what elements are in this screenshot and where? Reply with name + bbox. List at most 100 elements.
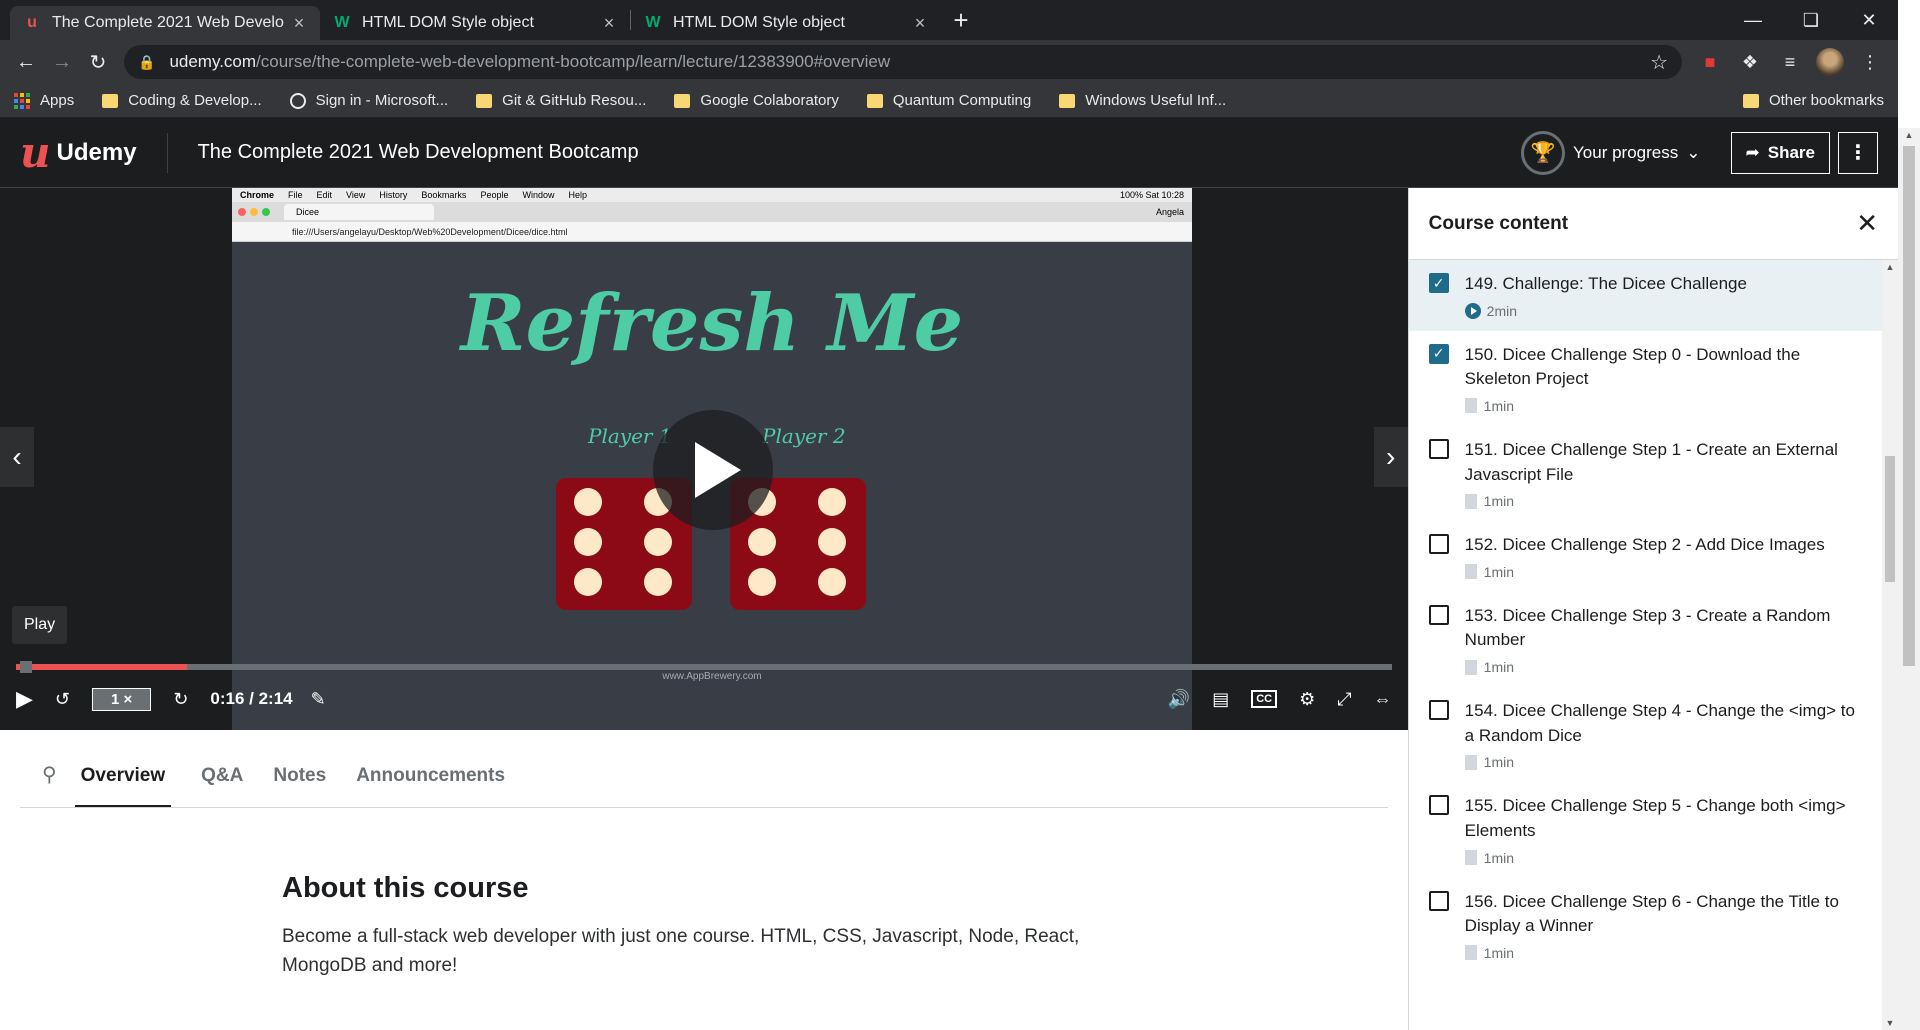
settings-gear-icon[interactable]: ⚙ [1299,689,1315,710]
page-scrollbar[interactable]: ▲ [1898,128,1920,1030]
progress-label: Your progress [1573,142,1679,162]
progress-dropdown[interactable]: 🏆 Your progress ⌄ [1521,130,1701,175]
browser-menu-icon[interactable]: ⋮ [1850,44,1890,80]
search-icon[interactable]: ⚲ [42,762,57,807]
minimize-icon[interactable]: — [1724,0,1782,40]
back-arrow-icon[interactable]: ← [8,44,44,80]
lesson-item[interactable]: ✓ 150. Dicee Challenge Step 0 - Download … [1409,331,1898,426]
rewind-icon[interactable]: ↺ [55,689,70,710]
lock-icon[interactable]: 🔒 [138,54,155,71]
lesson-checkbox[interactable] [1428,795,1449,816]
page-scrollbar-thumb[interactable] [1903,146,1915,666]
lesson-checkbox[interactable]: ✓ [1428,343,1449,364]
lesson-item[interactable]: 154. Dicee Challenge Step 4 - Change the… [1409,687,1898,782]
close-tab-icon[interactable]: × [290,13,308,34]
tab-notes[interactable]: Notes [273,765,326,807]
lesson-duration: 1min [1483,493,1515,510]
folder-icon [476,93,493,108]
close-window-icon[interactable]: ✕ [1840,0,1898,40]
folder-icon [102,93,119,108]
lesson-body: 155. Dicee Challenge Step 5 - Change bot… [1464,794,1882,866]
captions-icon[interactable]: CC [1251,690,1278,708]
expand-width-icon[interactable]: ⇔ [1374,689,1392,710]
lesson-duration: 1min [1483,397,1515,414]
bookmark-colab[interactable]: Google Colaboratory [674,92,839,109]
browser-tab-w3schools-1[interactable]: W HTML DOM Style object × [320,6,630,40]
restore-icon[interactable]: ❏ [1782,0,1840,40]
lesson-meta: 1min [1464,564,1868,580]
lesson-item[interactable]: 153. Dicee Challenge Step 3 - Create a R… [1409,592,1898,687]
lesson-item[interactable]: 151. Dicee Challenge Step 1 - Create an … [1409,426,1898,521]
bookmark-label: Other bookmarks [1768,92,1884,109]
play-icon[interactable]: ▶ [16,686,33,712]
video-progress-bar[interactable] [16,661,1392,673]
browser-tab-udemy[interactable]: u The Complete 2021 Web Develo × [10,6,320,40]
tab-overview[interactable]: Overview [74,765,172,807]
pdf-extension-icon[interactable]: ■ [1690,44,1730,80]
bookmark-git[interactable]: Git & GitHub Resou... [476,92,646,109]
close-tab-icon[interactable]: × [600,13,618,34]
scroll-up-icon[interactable]: ▲ [1882,262,1898,272]
bookmark-star-icon[interactable]: ☆ [1650,50,1668,75]
more-options-button[interactable]: ⋮ [1838,131,1878,174]
sidebar-header: Course content ✕ [1408,188,1898,260]
sidebar-scrollbar[interactable]: ▲ ▼ [1882,260,1898,1030]
lesson-item[interactable]: 152. Dicee Challenge Step 2 - Add Dice I… [1409,521,1898,592]
lesson-checkbox[interactable]: ✓ [1428,273,1449,293]
profile-avatar[interactable] [1810,44,1850,80]
lesson-checkbox[interactable] [1428,700,1449,721]
tab-qa[interactable]: Q&A [201,765,243,807]
close-tab-icon[interactable]: × [911,13,929,34]
forward-arrow-icon[interactable]: → [44,44,80,80]
extensions-puzzle-icon[interactable]: ❖ [1730,44,1770,80]
fullscreen-icon[interactable]: ⤢ [1337,689,1351,710]
media-queue-icon[interactable]: ≡ [1770,44,1810,80]
udemy-logo[interactable]: u Udemy [20,128,168,177]
bookmark-windows[interactable]: Windows Useful Inf... [1059,92,1226,109]
big-play-button[interactable] [653,410,773,530]
share-button[interactable]: ➦ Share [1730,131,1830,174]
transcript-icon[interactable]: ▤ [1212,689,1229,710]
lesson-title: 153. Dicee Challenge Step 3 - Create a R… [1464,605,1831,650]
lesson-checkbox[interactable] [1428,534,1449,555]
bookmark-quantum[interactable]: Quantum Computing [866,92,1031,109]
video-player[interactable]: Chrome File Edit View History Bookmarks … [0,188,1408,730]
lesson-checkbox[interactable] [1428,890,1449,911]
add-note-icon[interactable]: ✎ [311,689,326,710]
previous-lecture-button[interactable]: ‹ [0,427,34,487]
lesson-item[interactable]: 155. Dicee Challenge Step 5 - Change bot… [1409,782,1898,877]
lesson-item[interactable]: ✓ 149. Challenge: The Dicee Challenge 2min [1408,260,1898,331]
page: u The Complete 2021 Web Develo × W HTML … [0,0,1898,1030]
browser-tab-w3schools-2[interactable]: W HTML DOM Style object × [631,6,941,40]
next-lecture-button[interactable]: › [1373,427,1408,487]
forward-icon[interactable]: ↻ [173,689,188,710]
other-bookmarks[interactable]: Other bookmarks [1742,92,1884,109]
lesson-checkbox[interactable] [1428,604,1449,625]
lesson-checkbox[interactable] [1428,438,1449,459]
about-text: Become a full-stack web developer with j… [282,926,1080,976]
course-title[interactable]: The Complete 2021 Web Development Bootca… [198,141,639,164]
scrollbar-thumb[interactable] [1885,456,1895,582]
scroll-down-icon[interactable]: ▼ [1882,1018,1898,1028]
lesson-title: 151. Dicee Challenge Step 1 - Create an … [1464,439,1838,484]
video-progress-handle[interactable] [20,661,32,673]
lesson-body: 156. Dicee Challenge Step 6 - Change the… [1464,890,1882,961]
bookmark-apps[interactable]: Apps [14,92,74,109]
close-icon[interactable]: ✕ [1856,208,1878,239]
bookmark-coding[interactable]: Coding & Develop... [102,92,262,109]
url-host: udemy.com [169,52,257,71]
url-input[interactable]: 🔒 udemy.com/course/the-complete-web-deve… [124,45,1682,79]
tab-title: The Complete 2021 Web Develo [52,14,284,31]
mac-menu-item: Chrome [240,190,275,200]
bookmark-label: Windows Useful Inf... [1085,92,1227,109]
scroll-up-icon[interactable]: ▲ [1898,130,1920,140]
playback-speed-button[interactable]: 1 × [92,687,152,711]
address-bar-row: ← → ↻ 🔒 udemy.com/course/the-complete-we… [0,40,1898,84]
reload-icon[interactable]: ↻ [80,44,116,80]
lesson-item[interactable]: 156. Dicee Challenge Step 6 - Change the… [1409,878,1898,973]
w3schools-favicon-icon: W [645,14,661,31]
new-tab-button[interactable]: + [941,5,981,36]
bookmark-microsoft[interactable]: Sign in - Microsoft... [289,92,448,109]
volume-icon[interactable]: 🔊 [1168,689,1190,710]
tab-announcements[interactable]: Announcements [356,765,505,807]
